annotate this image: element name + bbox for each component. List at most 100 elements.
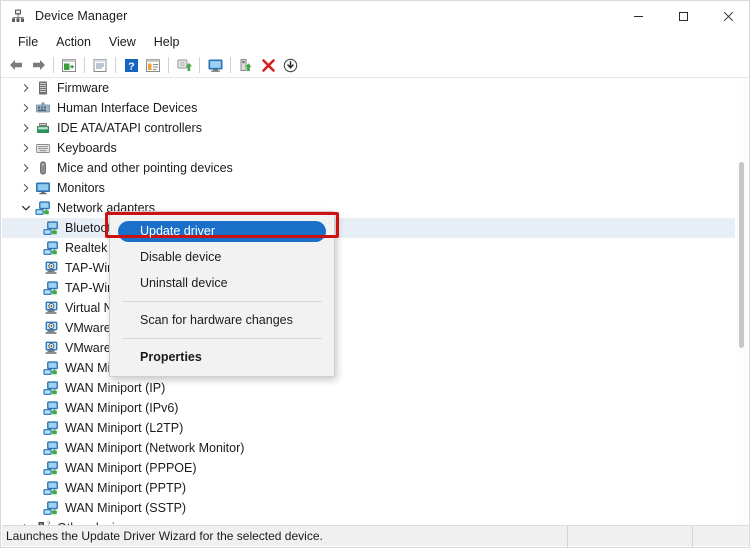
menu-view[interactable]: View	[100, 32, 145, 52]
chevron-right-icon[interactable]	[18, 118, 34, 138]
tree-row-label: Keyboards	[57, 141, 117, 155]
ide-controller-icon	[34, 118, 52, 138]
minimize-button[interactable]	[616, 1, 661, 31]
status-bar: Launches the Update Driver Wizard for th…	[2, 525, 749, 547]
forward-arrow-icon[interactable]	[27, 54, 49, 76]
network-adapter-icon	[42, 478, 60, 498]
uninstall-device-icon[interactable]	[257, 54, 279, 76]
firmware-icon	[34, 78, 52, 98]
show-hide-console-tree-icon[interactable]	[58, 54, 80, 76]
help-icon[interactable]: ?	[120, 54, 142, 76]
tree-row-label: Mice and other pointing devices	[57, 161, 233, 175]
chevron-right-icon[interactable]	[18, 138, 34, 158]
tree-row[interactable]: WAN Miniport (IPv6)	[2, 398, 738, 418]
status-divider-2	[692, 526, 693, 547]
context-menu-item[interactable]: Uninstall device	[110, 270, 334, 296]
menu-bar: File Action View Help	[1, 31, 749, 53]
tree-row-label: Monitors	[57, 181, 105, 195]
virtual-network-adapter-icon	[42, 318, 60, 338]
tree-row[interactable]: WAN Miniport (L2TP)	[2, 418, 738, 438]
network-adapter-icon	[42, 238, 60, 258]
virtual-network-adapter-icon	[42, 298, 60, 318]
network-adapter-icon	[42, 378, 60, 398]
toolbar-separator-4	[168, 57, 169, 73]
window-title: Device Manager	[35, 9, 128, 23]
context-menu-item-label: Properties	[140, 350, 202, 364]
tree-row-label: Firmware	[57, 81, 110, 95]
tree-row[interactable]: Firmware	[2, 78, 738, 98]
toolbar: ?	[1, 53, 749, 78]
context-menu-item[interactable]: Disable device	[110, 244, 334, 270]
mouse-icon	[34, 158, 52, 178]
network-adapter-icon	[34, 198, 52, 218]
tree-row-label: WAN Miniport (PPPOE)	[65, 461, 197, 475]
hid-icon	[34, 98, 52, 118]
menu-help[interactable]: Help	[145, 32, 189, 52]
device-manager-window: Device Manager File Action View Help ? F…	[0, 0, 750, 548]
network-adapter-icon	[42, 218, 60, 238]
context-menu-item[interactable]: Properties	[110, 344, 334, 370]
network-adapter-icon	[42, 398, 60, 418]
context-menu-item-label: Scan for hardware changes	[140, 313, 293, 327]
disable-device-icon[interactable]	[279, 54, 301, 76]
status-divider-1	[567, 526, 568, 547]
network-adapter-icon	[42, 358, 60, 378]
chevron-right-icon[interactable]	[18, 78, 34, 98]
tree-row-label: WAN Miniport (PPTP)	[65, 481, 187, 495]
network-adapter-icon	[42, 438, 60, 458]
chevron-down-icon[interactable]	[18, 198, 34, 218]
context-menu[interactable]: Update driver Disable device Uninstall dev…	[109, 211, 335, 377]
context-menu-item-label: Uninstall device	[140, 276, 228, 290]
menu-action[interactable]: Action	[47, 32, 100, 52]
tree-row-label: WAN Miniport (IPv6)	[65, 401, 179, 415]
device-manager-icon	[10, 8, 26, 24]
window-controls	[616, 1, 749, 31]
tree-row-label: WAN Miniport (L2TP)	[65, 421, 184, 435]
view-details-icon[interactable]	[142, 54, 164, 76]
chevron-right-icon[interactable]	[18, 98, 34, 118]
toolbar-separator-5	[199, 57, 200, 73]
vertical-scrollbar[interactable]	[735, 78, 748, 526]
tree-row[interactable]: Keyboards	[2, 138, 738, 158]
svg-text:?: ?	[128, 60, 134, 72]
title-bar-left: Device Manager	[1, 8, 127, 24]
toolbar-separator-2	[84, 57, 85, 73]
keyboard-icon	[34, 138, 52, 158]
context-menu-item-label: Update driver	[140, 224, 216, 238]
context-menu-item-label: Disable device	[140, 250, 222, 264]
tree-row[interactable]: WAN Miniport (SSTP)	[2, 498, 738, 518]
tree-row[interactable]: Mice and other pointing devices	[2, 158, 738, 178]
virtual-network-adapter-icon	[42, 338, 60, 358]
enable-device-icon[interactable]	[235, 54, 257, 76]
context-menu-separator	[122, 301, 322, 302]
tree-row-label: WAN Miniport (Network Monitor)	[65, 441, 245, 455]
back-arrow-icon[interactable]	[5, 54, 27, 76]
tree-row[interactable]: Monitors	[2, 178, 738, 198]
title-bar: Device Manager	[1, 1, 749, 31]
scan-hardware-changes-icon[interactable]	[204, 54, 226, 76]
tree-row-label: Human Interface Devices	[57, 101, 198, 115]
toolbar-separator-6	[230, 57, 231, 73]
tree-row-label: WAN Miniport (IP)	[65, 381, 166, 395]
maximize-button[interactable]	[661, 1, 706, 31]
tree-row[interactable]: WAN Miniport (PPPOE)	[2, 458, 738, 478]
monitor-icon	[34, 178, 52, 198]
close-button[interactable]	[706, 1, 749, 31]
tree-row[interactable]: Human Interface Devices	[2, 98, 738, 118]
scrollbar-thumb[interactable]	[739, 162, 744, 348]
context-menu-item[interactable]: Scan for hardware changes	[110, 307, 334, 333]
update-driver-icon[interactable]	[173, 54, 195, 76]
chevron-right-icon[interactable]	[18, 178, 34, 198]
tree-row[interactable]: IDE ATA/ATAPI controllers	[2, 118, 738, 138]
tree-row-label: IDE ATA/ATAPI controllers	[57, 121, 202, 135]
toolbar-separator-3	[115, 57, 116, 73]
properties-icon[interactable]	[89, 54, 111, 76]
tree-row[interactable]: WAN Miniport (Network Monitor)	[2, 438, 738, 458]
chevron-right-icon[interactable]	[18, 158, 34, 178]
virtual-network-adapter-icon	[42, 258, 60, 278]
context-menu-item[interactable]: Update driver	[110, 218, 334, 244]
tree-row[interactable]: WAN Miniport (PPTP)	[2, 478, 738, 498]
tree-row[interactable]: WAN Miniport (IP)	[2, 378, 738, 398]
network-adapter-icon	[42, 418, 60, 438]
menu-file[interactable]: File	[9, 32, 47, 52]
